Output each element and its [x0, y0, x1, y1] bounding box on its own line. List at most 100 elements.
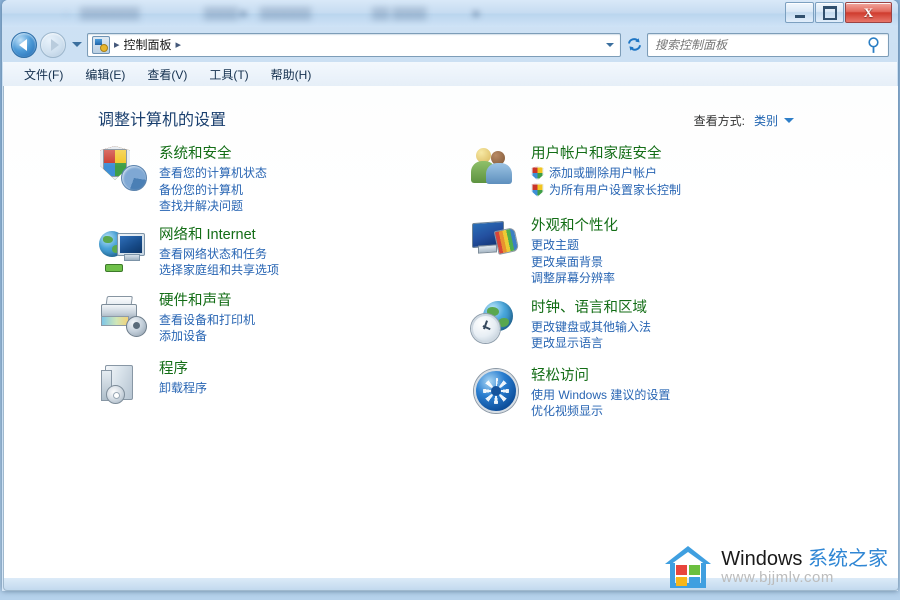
- menu-item-tools[interactable]: 工具(T): [200, 64, 257, 85]
- title-bar[interactable]: · ▒▒▒▒▒▒▒ ▒▒▒▒ ▸ ▒▒▒▒▒▒ ▒▒ ▒▒▒▒ ▸ X: [2, 0, 898, 27]
- category-title[interactable]: 硬件和声音: [159, 292, 255, 311]
- link-label: 备份您的计算机: [159, 182, 244, 197]
- category-link[interactable]: 添加设备: [159, 328, 255, 345]
- titlebar-blurred-text-0: ·: [64, 6, 68, 20]
- link-label: 查看设备和打印机: [159, 312, 256, 327]
- category-link[interactable]: 优化视频显示: [531, 403, 670, 420]
- link-label: 调整屏幕分辨率: [531, 271, 616, 285]
- menu-item-edit[interactable]: 编辑(E): [76, 64, 134, 85]
- category-clock-language-region[interactable]: 时钟、语言和区域 更改键盘或其他输入法 更改显示语言: [471, 298, 801, 352]
- category-columns: 系统和安全 查看您的计算机状态 备份您的计算机 查找并解决问题 网络和 Inte…: [4, 144, 898, 428]
- category-user-accounts-family-safety[interactable]: 用户帐户和家庭安全 添加或删除用户帐户 为所有用户设置家长控制: [471, 144, 801, 198]
- uac-shield-icon: [531, 166, 544, 180]
- category-link[interactable]: 使用 Windows 建议的设置: [531, 387, 670, 404]
- security-shield-icon: [99, 144, 147, 192]
- category-system-and-security[interactable]: 系统和安全 查看您的计算机状态 备份您的计算机 查找并解决问题: [99, 144, 454, 215]
- minimize-button[interactable]: [785, 2, 814, 23]
- view-by-value[interactable]: 类别: [754, 112, 778, 129]
- category-hardware-and-sound[interactable]: 硬件和声音 查看设备和打印机 添加设备: [99, 291, 454, 345]
- category-appearance-personalization[interactable]: 外观和个性化 更改主题 更改桌面背景 调整屏幕分辨率: [471, 216, 801, 287]
- content-pane: 调整计算机的设置 查看方式: 类别 系统和安全 查看您的计算机状态 备份您的计算…: [3, 86, 898, 579]
- control-panel-icon: [92, 35, 110, 54]
- category-link[interactable]: 更改显示语言: [531, 335, 651, 352]
- menu-bar: 文件(F) 编辑(E) 查看(V) 工具(T) 帮助(H): [3, 62, 897, 87]
- arrow-left-icon: [18, 38, 27, 51]
- titlebar-blurred-text-1: ▒▒▒▒▒▒▒: [80, 6, 140, 20]
- watermark-text: Windows 系统之家 www.bjjmlv.com: [721, 547, 888, 586]
- watermark: Windows 系统之家 www.bjjmlv.com: [665, 546, 888, 588]
- uac-shield-icon: [531, 183, 544, 197]
- navigation-bar: ▸ 控制面板 ▸: [2, 27, 898, 62]
- category-title[interactable]: 系统和安全: [159, 145, 267, 164]
- link-label: 查看您的计算机状态: [159, 166, 268, 180]
- explorer-window: · ▒▒▒▒▒▒▒ ▒▒▒▒ ▸ ▒▒▒▒▒▒ ▒▒ ▒▒▒▒ ▸ X ▸ 控制…: [2, 0, 898, 591]
- link-label: 优化视频显示: [531, 404, 604, 418]
- menu-item-help[interactable]: 帮助(H): [262, 64, 321, 85]
- link-label: 更改键盘或其他输入法: [531, 319, 652, 334]
- arrow-right-icon: [50, 38, 59, 51]
- link-label: 选择家庭组和共享选项: [159, 263, 280, 277]
- watermark-brand-en: Windows: [721, 547, 803, 570]
- windows-house-logo: [665, 546, 712, 588]
- menu-item-view[interactable]: 查看(V): [138, 64, 196, 85]
- category-programs[interactable]: 程序 卸载程序: [99, 359, 454, 407]
- category-link[interactable]: 查看网络状态和任务: [159, 246, 279, 263]
- recent-locations-button[interactable]: [70, 35, 83, 55]
- breadcrumb-separator-0: ▸: [114, 39, 120, 51]
- breadcrumb-separator-1[interactable]: ▸: [176, 38, 182, 51]
- category-link[interactable]: 更改主题: [531, 237, 618, 254]
- view-by-label: 查看方式:: [693, 114, 745, 128]
- network-globe-icon: [99, 225, 147, 273]
- titlebar-blurred-text-3: ▒▒▒▒▒▒: [260, 6, 312, 20]
- refresh-button[interactable]: [623, 34, 645, 56]
- search-box[interactable]: [647, 32, 889, 57]
- titlebar-blurred-text-4: ▒▒ ▒▒▒▒: [372, 6, 427, 20]
- category-link[interactable]: 添加或删除用户帐户: [531, 165, 681, 182]
- search-icon[interactable]: [863, 34, 884, 55]
- category-title[interactable]: 程序: [159, 360, 207, 379]
- category-title[interactable]: 外观和个性化: [531, 217, 618, 236]
- link-label: 更改桌面背景: [531, 254, 604, 269]
- watermark-brand: Windows 系统之家: [721, 547, 888, 570]
- category-link[interactable]: 调整屏幕分辨率: [531, 270, 618, 287]
- maximize-button[interactable]: [815, 2, 844, 23]
- category-title[interactable]: 网络和 Internet: [159, 226, 279, 245]
- refresh-icon: [627, 38, 641, 51]
- category-column-right: 用户帐户和家庭安全 添加或删除用户帐户 为所有用户设置家长控制 外观和个性化 更…: [471, 144, 801, 428]
- category-ease-of-access[interactable]: 轻松访问 使用 Windows 建议的设置 优化视频显示: [471, 366, 801, 420]
- back-button[interactable]: [11, 31, 37, 58]
- category-link[interactable]: 查看设备和打印机: [159, 312, 255, 329]
- appearance-display-icon: [471, 216, 520, 264]
- close-icon: X: [863, 5, 874, 20]
- maximize-icon: [822, 5, 837, 20]
- ease-of-access-icon: [471, 366, 519, 414]
- chevron-down-icon[interactable]: [784, 118, 794, 123]
- forward-button[interactable]: [40, 31, 66, 58]
- category-link[interactable]: 查看您的计算机状态: [159, 165, 267, 182]
- address-bar[interactable]: ▸ 控制面板 ▸: [87, 32, 621, 57]
- link-label: 为所有用户设置家长控制: [549, 182, 682, 197]
- category-column-left: 系统和安全 查看您的计算机状态 备份您的计算机 查找并解决问题 网络和 Inte…: [99, 144, 454, 428]
- category-link[interactable]: 更改键盘或其他输入法: [531, 319, 651, 336]
- titlebar-blurred-text-2: ▒▒▒▒ ▸: [204, 6, 248, 20]
- search-input[interactable]: [648, 36, 866, 53]
- printer-sound-icon: [99, 291, 147, 339]
- category-network-and-internet[interactable]: 网络和 Internet 查看网络状态和任务 选择家庭组和共享选项: [99, 225, 454, 279]
- close-button[interactable]: X: [845, 2, 892, 23]
- category-link[interactable]: 为所有用户设置家长控制: [531, 182, 681, 199]
- watermark-url: www.bjjmlv.com: [721, 568, 834, 586]
- window-controls: X: [784, 2, 892, 23]
- programs-box-icon: [99, 359, 147, 407]
- menu-item-file[interactable]: 文件(F): [15, 64, 72, 85]
- category-link[interactable]: 更改桌面背景: [531, 254, 618, 271]
- category-title[interactable]: 时钟、语言和区域: [531, 299, 651, 318]
- category-link[interactable]: 查找并解决问题: [159, 198, 267, 215]
- category-title[interactable]: 用户帐户和家庭安全: [531, 145, 681, 164]
- address-dropdown-icon[interactable]: [606, 42, 614, 47]
- category-link[interactable]: 选择家庭组和共享选项: [159, 262, 279, 279]
- category-link[interactable]: 备份您的计算机: [159, 182, 267, 199]
- category-link[interactable]: 卸载程序: [159, 380, 207, 397]
- link-label: 更改显示语言: [531, 336, 604, 350]
- breadcrumb-item-control-panel[interactable]: 控制面板: [124, 36, 172, 53]
- category-title[interactable]: 轻松访问: [531, 367, 670, 386]
